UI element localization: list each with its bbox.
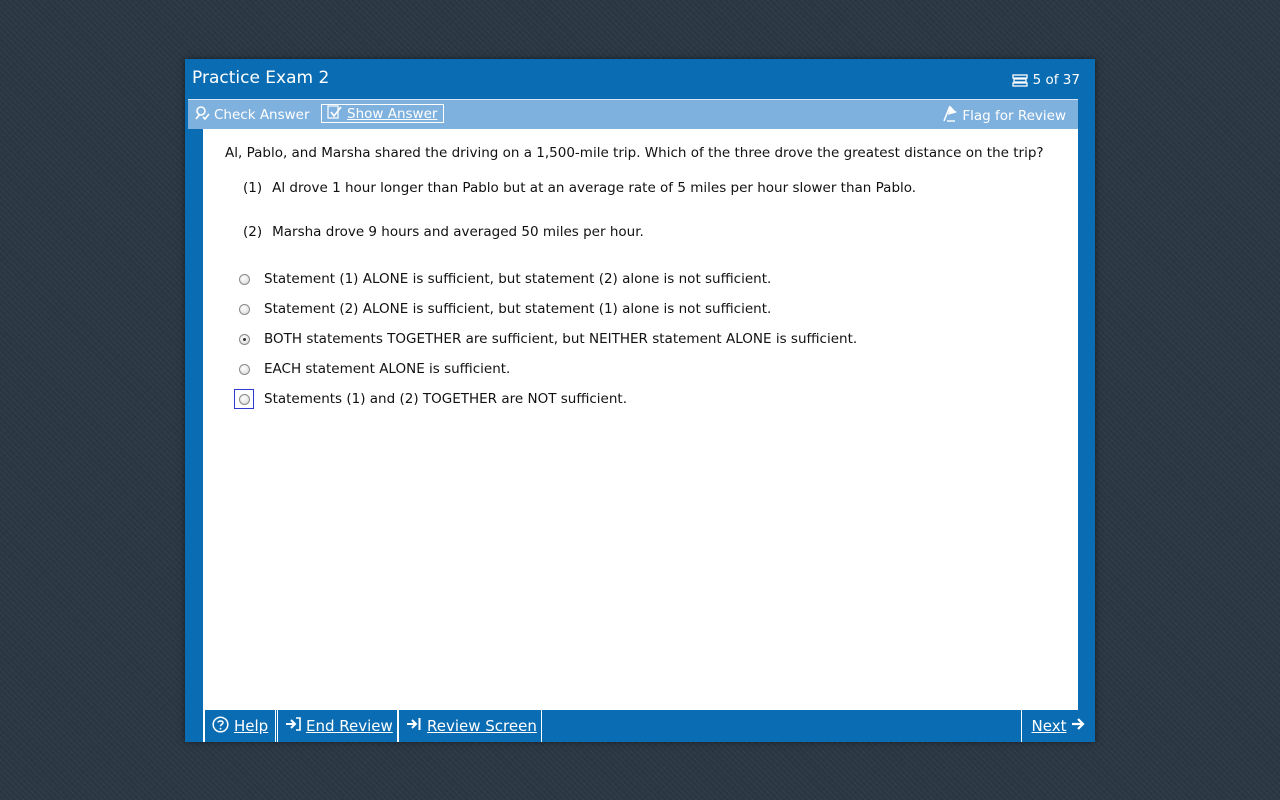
- flag-icon: [942, 105, 958, 126]
- review-screen-icon: [406, 717, 422, 735]
- radio-wrapper: [234, 269, 254, 289]
- answer-choice-4[interactable]: EACH statement ALONE is sufficient.: [234, 354, 857, 384]
- choice-label: Statement (2) ALONE is sufficient, but s…: [264, 301, 772, 317]
- help-label: Help: [234, 717, 269, 735]
- help-button[interactable]: Help: [203, 710, 276, 742]
- show-answer-label: Show Answer: [347, 105, 438, 122]
- title-bar: Practice Exam 2 5 of 37: [185, 59, 1095, 99]
- radio-wrapper: [234, 359, 254, 379]
- question-panel: Al, Pablo, and Marsha shared the driving…: [203, 129, 1078, 710]
- choice-label: BOTH statements TOGETHER are sufficient,…: [264, 331, 858, 347]
- review-screen-label: Review Screen: [427, 717, 537, 735]
- next-arrow-icon: [1071, 717, 1086, 735]
- show-answer-icon: [327, 104, 343, 123]
- radio-focus-ring: [234, 389, 254, 409]
- statement-text: Al drove 1 hour longer than Pablo but at…: [272, 180, 917, 196]
- statement-text: Marsha drove 9 hours and averaged 50 mil…: [272, 224, 644, 240]
- toolbar: Check Answer Show Answer Flag for Review: [188, 99, 1078, 129]
- choice-label: EACH statement ALONE is sufficient.: [264, 361, 511, 377]
- list-icon: [1011, 73, 1028, 87]
- statement-1: (1) Al drove 1 hour longer than Pablo bu…: [243, 180, 916, 196]
- answer-choices: Statement (1) ALONE is sufficient, but s…: [234, 264, 857, 414]
- choice-label: Statements (1) and (2) TOGETHER are NOT …: [264, 391, 627, 407]
- question-text: Al, Pablo, and Marsha shared the driving…: [225, 145, 1044, 161]
- counter-text: 5 of 37: [1032, 72, 1080, 88]
- next-button[interactable]: Next: [1021, 710, 1095, 742]
- statement-2: (2) Marsha drove 9 hours and averaged 50…: [243, 224, 644, 240]
- show-answer-button[interactable]: Show Answer: [321, 104, 445, 123]
- radio-button[interactable]: [238, 303, 250, 315]
- check-answer-label: Check Answer: [214, 107, 310, 123]
- radio-wrapper: [234, 299, 254, 319]
- window-title: Practice Exam 2: [192, 68, 330, 88]
- next-label: Next: [1031, 717, 1067, 735]
- answer-choice-5[interactable]: Statements (1) and (2) TOGETHER are NOT …: [234, 384, 857, 414]
- answer-choice-1[interactable]: Statement (1) ALONE is sufficient, but s…: [234, 264, 857, 294]
- check-answer-button[interactable]: Check Answer: [194, 105, 310, 125]
- end-review-label: End Review: [306, 717, 393, 735]
- radio-button[interactable]: [238, 363, 250, 375]
- answer-choice-2[interactable]: Statement (2) ALONE is sufficient, but s…: [234, 294, 857, 324]
- review-screen-button[interactable]: Review Screen: [398, 710, 542, 742]
- question-counter: 5 of 37: [1011, 72, 1080, 88]
- radio-button[interactable]: [238, 393, 250, 405]
- radio-button[interactable]: [238, 273, 250, 285]
- choice-label: Statement (1) ALONE is sufficient, but s…: [264, 271, 772, 287]
- help-icon: [212, 715, 229, 737]
- check-answer-icon: [194, 105, 210, 125]
- answer-choice-3[interactable]: BOTH statements TOGETHER are sufficient,…: [234, 324, 857, 354]
- statement-number: (2): [243, 224, 263, 240]
- flag-for-review-button[interactable]: Flag for Review: [942, 105, 1066, 126]
- footer-bar: Help End Review Review Screen Next: [203, 710, 1095, 742]
- flag-for-review-label: Flag for Review: [962, 107, 1066, 124]
- end-review-button[interactable]: End Review: [277, 710, 398, 742]
- exam-window: Practice Exam 2 5 of 37 Check Answer Sho…: [185, 59, 1095, 742]
- radio-button-selected[interactable]: [238, 333, 250, 345]
- statement-number: (1): [243, 180, 263, 196]
- radio-wrapper: [234, 329, 254, 349]
- end-review-icon: [285, 717, 301, 735]
